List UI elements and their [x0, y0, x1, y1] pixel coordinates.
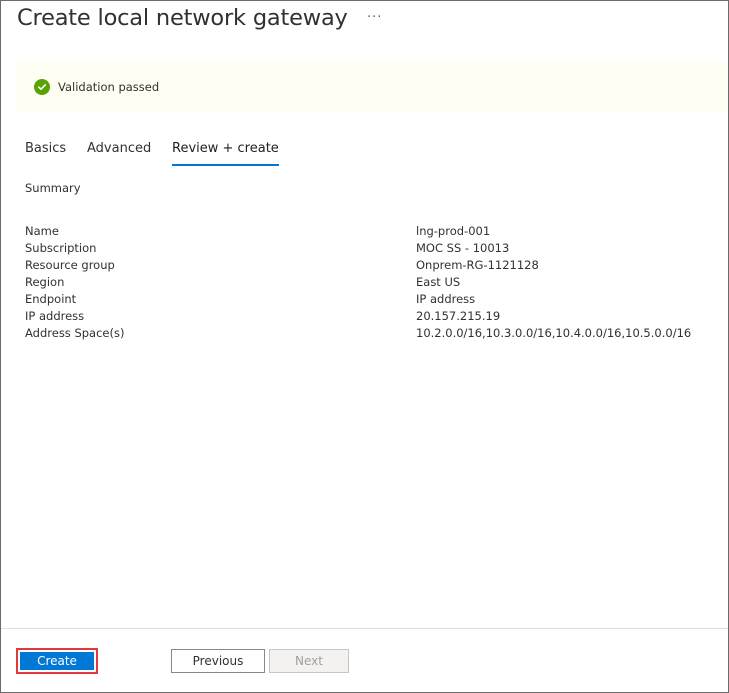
- summary-value: IP address: [416, 292, 476, 306]
- summary-key: IP address: [25, 309, 85, 323]
- summary-value: 10.2.0.0/16,10.3.0.0/16,10.4.0.0/16,10.5…: [416, 326, 692, 340]
- summary-key: Address Space(s): [25, 326, 125, 340]
- tab-basics[interactable]: Basics: [25, 141, 66, 166]
- summary-key: Subscription: [25, 241, 97, 255]
- more-options-icon[interactable]: ···: [367, 10, 382, 25]
- summary-key: Endpoint: [25, 292, 77, 306]
- summary-value: East US: [416, 275, 461, 289]
- summary-value: 20.157.215.19: [416, 309, 501, 323]
- tab-review-create[interactable]: Review + create: [172, 141, 279, 166]
- validation-text: Validation passed: [58, 79, 160, 94]
- create-button[interactable]: Create: [20, 652, 94, 670]
- page-title: Create local network gateway: [17, 5, 348, 31]
- summary-value: Onprem-RG-1121128: [416, 258, 539, 272]
- footer-bar: Create Previous Next: [1, 628, 728, 693]
- summary-key: Name: [25, 224, 59, 238]
- summary-value: MOC SS - 10013: [416, 241, 510, 255]
- summary-key: Resource group: [25, 258, 115, 272]
- summary-value: lng-prod-001: [416, 224, 491, 238]
- next-button[interactable]: Next: [269, 649, 349, 673]
- blade: Create local network gateway ··· Validat…: [0, 0, 729, 693]
- summary-heading: Summary: [25, 181, 81, 195]
- checkmark-circle-icon: [34, 78, 50, 95]
- summary-key: Region: [25, 275, 65, 289]
- create-button-highlight: Create: [16, 648, 98, 674]
- validation-banner: Validation passed: [17, 62, 728, 111]
- previous-button[interactable]: Previous: [171, 649, 265, 673]
- tab-advanced[interactable]: Advanced: [87, 141, 151, 166]
